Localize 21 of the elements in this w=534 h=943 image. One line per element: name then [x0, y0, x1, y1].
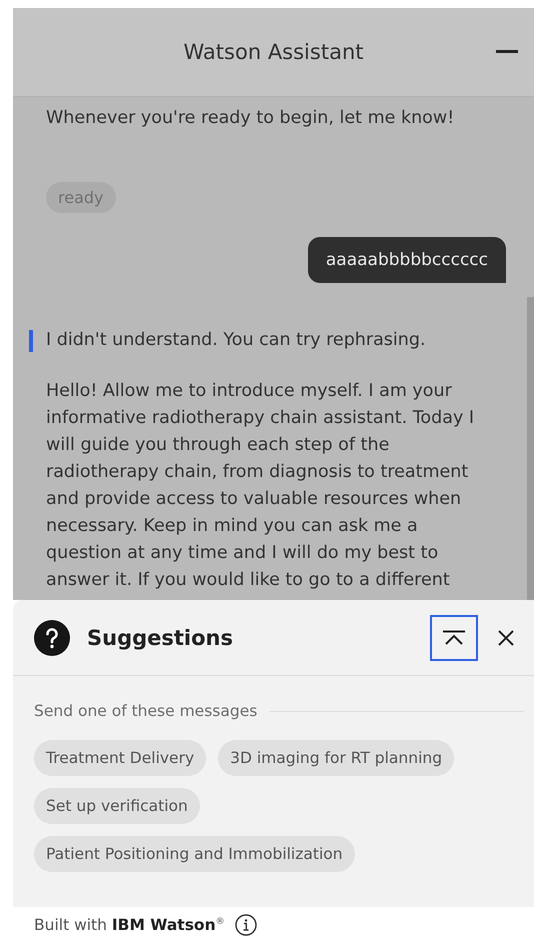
- bot-message: Hello! Allow me to introduce myself. I am your informative radiotherapy chain assistant. Today I will guide you through each step of the radiotherapy chain, from diagnosis to treatment and provide access to valuable resources when necessary. Keep in mind you can ask me a question at any time and I will do my best to answer it. If you would like to go to a different: [46, 380, 476, 592]
- info-icon[interactable]: [234, 914, 257, 936]
- minus-icon: [496, 50, 518, 54]
- help-icon: [34, 620, 70, 656]
- suggestion-chip[interactable]: Patient Positioning and Immobilization: [34, 836, 355, 872]
- collapse-icon: [442, 630, 466, 646]
- close-icon: [497, 628, 515, 646]
- footer-text: Built with IBM Watson$^{®}$: [34, 916, 225, 934]
- window-title: Watson Assistant: [184, 40, 364, 64]
- bot-message: Whenever you're ready to begin, let me know!: [46, 107, 456, 130]
- suggestion-chip[interactable]: Set up verification: [34, 788, 200, 824]
- suggestion-chip[interactable]: Treatment Delivery: [34, 740, 206, 776]
- error-indicator: [29, 330, 33, 352]
- collapse-button[interactable]: [430, 614, 478, 660]
- suggestion-chip[interactable]: 3D imaging for RT planning: [218, 740, 454, 776]
- suggestions-title: Suggestions: [87, 626, 234, 650]
- suggestions-prompt: Send one of these messages: [34, 702, 258, 720]
- quick-reply-chip: ready: [46, 182, 116, 213]
- error-message: I didn't understand. You can try rephrasing.: [46, 329, 427, 352]
- user-message-bubble: aaaaabbbbbcccccc: [308, 237, 506, 283]
- scrollbar-thumb[interactable]: [527, 297, 534, 600]
